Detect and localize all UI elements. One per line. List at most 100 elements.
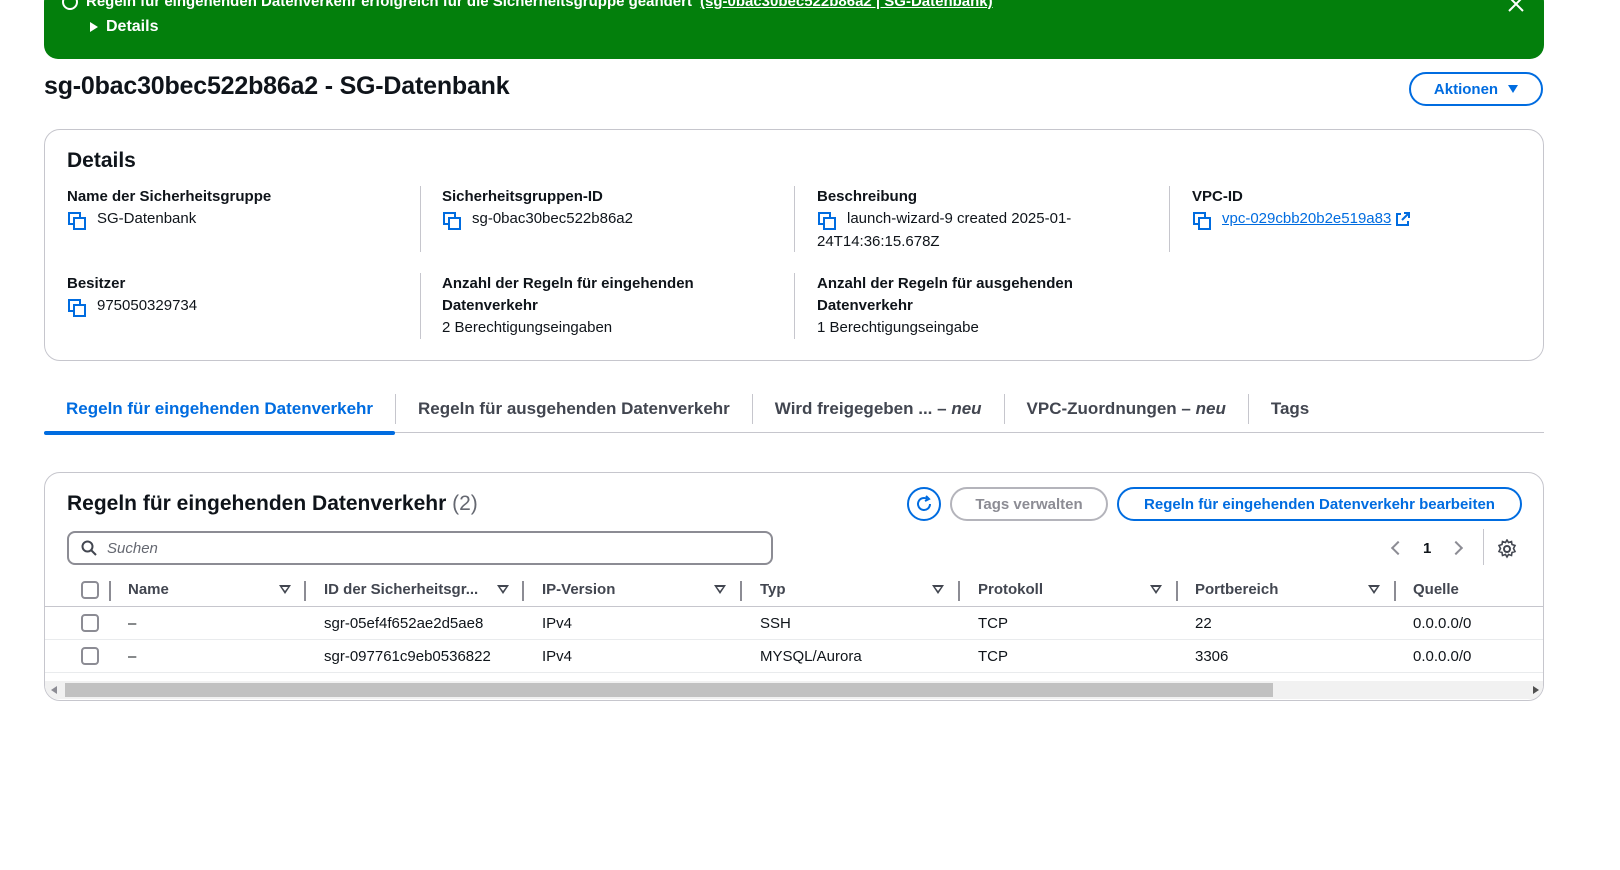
- cell-ip-version: IPv4: [542, 647, 573, 665]
- scroll-left-arrow-icon[interactable]: [51, 686, 57, 694]
- outbound-count-label-line1: Anzahl der Regeln für ausgehenden: [817, 275, 1073, 292]
- actions-button[interactable]: Aktionen: [1409, 72, 1543, 106]
- owner-value: 975050329734: [97, 297, 198, 314]
- col-header-port-range[interactable]: Portbereich: [1195, 573, 1278, 606]
- cell-type: MYSQL/Aurora: [760, 647, 862, 665]
- copy-icon[interactable]: [1192, 211, 1212, 231]
- manage-tags-button[interactable]: Tags verwalten: [950, 487, 1108, 521]
- column-resizer[interactable]: [522, 581, 524, 601]
- chevron-right-icon[interactable]: [1449, 540, 1464, 556]
- cell-sg-rule-id: sgr-05ef4f652ae2d5ae8: [324, 614, 484, 632]
- cell-protocol: TCP: [978, 647, 1008, 665]
- tab-vpc-associations[interactable]: VPC-Zuordnungen – neu: [1005, 385, 1248, 433]
- caret-down-icon: [1508, 85, 1519, 93]
- sort-icon[interactable]: [714, 573, 726, 606]
- cell-name: –: [128, 647, 137, 665]
- row-checkbox[interactable]: [81, 614, 99, 632]
- description-value-line1: launch-wizard-9 created 2025-01-: [847, 210, 1072, 227]
- scroll-right-arrow-icon[interactable]: [1533, 686, 1539, 694]
- tab-inbound-rules[interactable]: Regeln für eingehenden Datenverkehr: [44, 385, 396, 435]
- copy-icon[interactable]: [67, 298, 87, 318]
- tab-label: VPC-Zuordnungen –: [1026, 398, 1191, 418]
- divider: [794, 273, 795, 339]
- refresh-icon: [917, 495, 931, 511]
- external-link-icon[interactable]: [1395, 211, 1411, 227]
- sort-icon[interactable]: [1368, 573, 1380, 606]
- col-header-protocol[interactable]: Protokoll: [978, 573, 1043, 606]
- row-checkbox[interactable]: [81, 647, 99, 665]
- page-title: sg-0bac30bec522b86a2 - SG-Datenbank: [44, 72, 510, 100]
- close-icon[interactable]: [1506, 0, 1526, 14]
- column-resizer[interactable]: [304, 581, 306, 601]
- column-resizer[interactable]: [109, 581, 111, 601]
- tab-tags[interactable]: Tags: [1249, 385, 1331, 433]
- table-row[interactable]: – sgr-05ef4f652ae2d5ae8 IPv4 SSH TCP 22 …: [45, 607, 1543, 640]
- cell-source: 0.0.0.0/0: [1413, 647, 1472, 665]
- flash-message-text: Regeln für eingehenden Datenverkehr erfo…: [86, 0, 692, 10]
- copy-icon[interactable]: [817, 211, 837, 231]
- refresh-button[interactable]: [907, 487, 941, 521]
- search-field[interactable]: [67, 531, 773, 565]
- column-resizer[interactable]: [740, 581, 742, 601]
- field-owner: Besitzer 975050329734: [67, 273, 197, 318]
- rules-title: Regeln für eingehenden Datenverkehr (2): [67, 492, 478, 516]
- column-resizer[interactable]: [958, 581, 960, 601]
- vpc-id-label: VPC-ID: [1192, 188, 1243, 205]
- details-title: Details: [67, 149, 136, 172]
- divider: [1483, 529, 1484, 565]
- pagination: 1: [1390, 535, 1464, 561]
- flash-sg-link[interactable]: (sg-0bac30bec522b86a2 | SG-Datenbank): [700, 0, 993, 10]
- caret-right-icon: [90, 22, 98, 32]
- col-header-name[interactable]: Name: [128, 573, 169, 606]
- cell-port-range: 22: [1195, 614, 1212, 632]
- flash-details-toggle[interactable]: Details: [90, 18, 158, 36]
- sort-icon[interactable]: [497, 573, 509, 606]
- tab-outbound-rules[interactable]: Regeln für ausgehenden Datenverkehr: [396, 385, 752, 433]
- table-header: Name ID der Sicherheitsgr... IP-Version …: [45, 573, 1543, 607]
- cell-port-range: 3306: [1195, 647, 1229, 665]
- flash-details-label: Details: [106, 18, 159, 35]
- select-all-checkbox[interactable]: [81, 580, 99, 599]
- select-all-cell: [81, 573, 99, 606]
- col-header-sg-id[interactable]: ID der Sicherheitsgr...: [324, 573, 478, 606]
- search-input[interactable]: [107, 539, 707, 557]
- success-icon: [62, 0, 78, 10]
- sort-icon[interactable]: [279, 573, 291, 606]
- tab-label: Regeln für ausgehenden Datenverkehr: [418, 398, 730, 418]
- sg-id-label: Sicherheitsgruppen-ID: [442, 188, 603, 205]
- owner-label: Besitzer: [67, 275, 126, 292]
- column-resizer[interactable]: [1394, 581, 1396, 601]
- tab-list: Regeln für eingehenden Datenverkehr Rege…: [44, 385, 1544, 435]
- copy-icon[interactable]: [67, 211, 87, 231]
- cell-type: SSH: [760, 614, 791, 632]
- vpc-id-link[interactable]: vpc-029cbb20b2e519a83: [1222, 208, 1391, 230]
- current-page[interactable]: 1: [1423, 540, 1431, 557]
- rules-title-text: Regeln für eingehenden Datenverkehr: [67, 492, 447, 515]
- edit-inbound-rules-button[interactable]: Regeln für eingehenden Datenverkehr bear…: [1117, 487, 1522, 521]
- row-select-cell: [81, 640, 99, 672]
- col-header-source[interactable]: Quelle: [1413, 573, 1459, 606]
- field-description: Beschreibung launch-wizard-9 created 202…: [817, 186, 1117, 253]
- column-resizer[interactable]: [1176, 581, 1178, 601]
- field-vpc-id: VPC-ID vpc-029cbb20b2e519a83: [1192, 186, 1411, 231]
- horizontal-scrollbar[interactable]: [45, 681, 1543, 699]
- tab-sharing[interactable]: Wird freigegeben ... – neu: [753, 385, 1004, 433]
- scrollbar-thumb[interactable]: [65, 683, 1273, 697]
- tab-new-badge: neu: [1195, 398, 1226, 418]
- divider: [420, 273, 421, 339]
- sg-id-value: sg-0bac30bec522b86a2: [472, 210, 633, 227]
- details-panel: Details Name der Sicherheitsgruppe SG-Da…: [44, 129, 1544, 361]
- chevron-left-icon[interactable]: [1390, 540, 1406, 556]
- sort-icon[interactable]: [932, 573, 944, 606]
- tab-new-badge: neu: [951, 398, 982, 418]
- cell-protocol: TCP: [978, 614, 1008, 632]
- col-header-ip-version[interactable]: IP-Version: [542, 573, 615, 606]
- inbound-count-label-line1: Anzahl der Regeln für eingehenden: [442, 275, 694, 292]
- copy-icon[interactable]: [442, 211, 462, 231]
- outbound-count-label-line2: Datenverkehr: [817, 297, 913, 314]
- table-row[interactable]: – sgr-097761c9eb0536822 IPv4 MYSQL/Auror…: [45, 640, 1543, 673]
- divider: [420, 186, 421, 252]
- sort-icon[interactable]: [1150, 573, 1162, 606]
- col-header-type[interactable]: Typ: [760, 573, 786, 606]
- gear-icon[interactable]: [1497, 539, 1517, 559]
